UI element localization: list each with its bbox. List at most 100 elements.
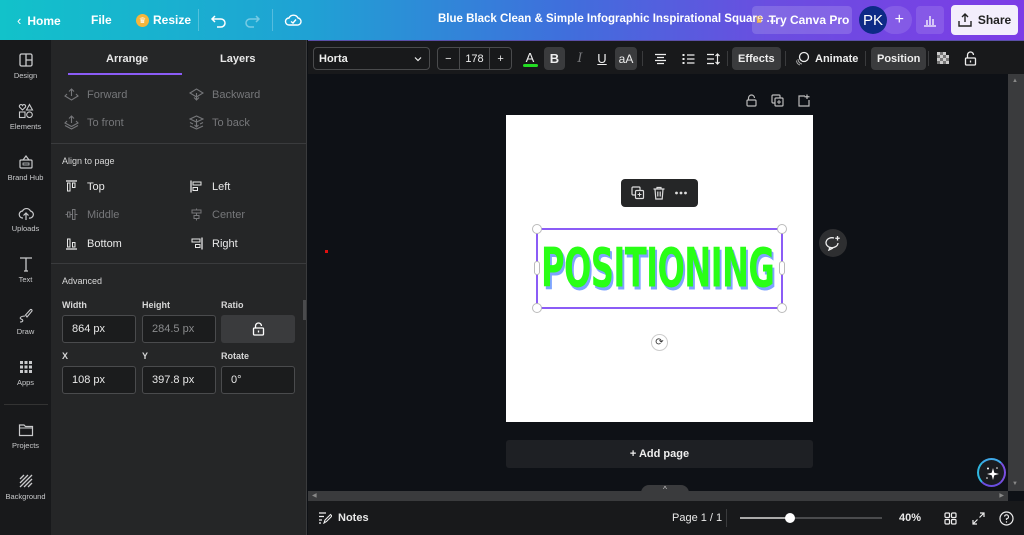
add-page-icon[interactable] (797, 94, 810, 107)
sidebar-item-elements[interactable]: Elements (0, 103, 51, 131)
scroll-right-icon[interactable]: ▶ (999, 492, 1004, 499)
align-middle-button[interactable]: Middle (65, 208, 119, 221)
tab-layers[interactable]: Layers (220, 53, 255, 65)
sidebar-item-background[interactable]: Background (0, 473, 51, 501)
zoom-percentage[interactable]: 40% (899, 512, 921, 524)
panel-tabs: Arrange Layers (68, 40, 290, 76)
zoom-slider-thumb[interactable] (784, 513, 795, 523)
selected-text-element[interactable]: POSITIONING (532, 224, 787, 313)
zoom-slider[interactable] (740, 513, 882, 523)
duplicate-page-icon[interactable] (771, 94, 784, 107)
chevron-left-icon: ‹ (17, 13, 22, 28)
avatar[interactable]: PK (859, 6, 887, 34)
effects-button[interactable]: Effects (732, 47, 781, 70)
resize-handle-bottom-right[interactable] (777, 303, 787, 313)
home-button[interactable]: ‹ Home (17, 13, 61, 28)
sidebar-item-projects[interactable]: Projects (0, 422, 51, 450)
font-family-select[interactable]: Horta (313, 47, 430, 70)
sidebar-item-brand-hub[interactable]: Brand Hub (0, 154, 51, 182)
align-bottom-icon (66, 238, 77, 250)
cloud-upload-icon (18, 207, 34, 220)
document-title[interactable]: Blue Black Clean & Simple Infographic In… (438, 13, 776, 25)
resize-handle-right[interactable] (779, 261, 785, 275)
y-field[interactable]: 397.8 px (142, 366, 216, 394)
increase-font-size-button[interactable]: + (490, 48, 511, 69)
x-field[interactable]: 108 px (62, 366, 136, 394)
text-color-button[interactable]: A (520, 47, 540, 70)
decrease-font-size-button[interactable]: − (438, 48, 460, 69)
list-button[interactable] (678, 47, 698, 70)
to-front-button[interactable]: To front (64, 115, 124, 130)
horizontal-scrollbar[interactable]: ◀ ^ ▶ (308, 485, 1008, 501)
scroll-down-icon[interactable]: ▼ (1012, 481, 1018, 487)
align-center-button[interactable]: Center (190, 208, 245, 221)
ratio-lock-button[interactable] (221, 315, 295, 343)
resize-handle-bottom-left[interactable] (532, 303, 542, 313)
add-comment-button[interactable] (819, 229, 847, 257)
height-field[interactable]: 284.5 px (142, 315, 216, 343)
text-align-button[interactable] (650, 47, 670, 70)
try-canva-pro-button[interactable]: ♛ Try Canva Pro (752, 6, 852, 34)
save-status-button[interactable] (284, 11, 302, 32)
sidebar: Design Elements Brand Hub Uploads Text D… (0, 40, 51, 535)
forward-button[interactable]: Forward (64, 87, 127, 102)
sidebar-item-apps[interactable]: Apps (0, 359, 51, 387)
sidebar-item-draw[interactable]: Draw (0, 308, 51, 336)
magic-assistant-button[interactable] (977, 458, 1006, 487)
align-bottom-button[interactable]: Bottom (65, 237, 122, 250)
align-top-icon (66, 180, 77, 192)
page-indicator[interactable]: Page 1 / 1 (672, 512, 722, 524)
bold-button[interactable]: B (544, 47, 565, 70)
scroll-left-icon[interactable]: ◀ (312, 492, 317, 499)
add-page-button[interactable]: + Add page (506, 440, 813, 468)
resize-handle-left[interactable] (534, 261, 540, 275)
position-button[interactable]: Position (871, 47, 927, 70)
align-right-button[interactable]: Right (190, 237, 238, 250)
file-menu[interactable]: File (91, 13, 112, 27)
lock-page-icon[interactable] (745, 94, 758, 107)
resize-button[interactable]: ♛ Resize (136, 13, 191, 27)
redo-button[interactable] (243, 11, 261, 32)
spacing-button[interactable] (703, 47, 723, 70)
align-top-button[interactable]: Top (65, 180, 105, 193)
font-size-input[interactable]: 178 (460, 48, 491, 69)
share-button[interactable]: Share (951, 5, 1018, 35)
notes-button[interactable]: Notes (318, 511, 369, 524)
duplicate-icon[interactable] (631, 186, 645, 200)
divider (51, 263, 306, 264)
animate-icon (796, 51, 810, 66)
fullscreen-button[interactable] (970, 510, 986, 526)
align-left-button[interactable]: Left (190, 180, 230, 193)
design-page[interactable]: POSITIONING ⟳ (506, 115, 813, 422)
insights-button[interactable] (916, 6, 944, 34)
canvas-text[interactable]: POSITIONING (541, 236, 775, 301)
undo-button[interactable] (210, 11, 228, 32)
transparency-button[interactable] (935, 47, 953, 70)
help-button[interactable] (998, 510, 1014, 526)
width-field[interactable]: 864 px (62, 315, 136, 343)
more-icon[interactable] (674, 186, 688, 200)
height-label: Height (142, 300, 170, 310)
sidebar-item-uploads[interactable]: Uploads (0, 205, 51, 233)
vertical-scrollbar[interactable]: ▲ ▼ (1008, 74, 1024, 491)
expand-pages-handle[interactable]: ^ (641, 485, 689, 495)
send-backward-icon (189, 88, 204, 101)
animate-button[interactable]: Animate (789, 47, 864, 70)
backward-button[interactable]: Backward (189, 87, 260, 102)
letter-case-button[interactable]: aA (615, 47, 637, 70)
panel-scrollbar[interactable] (303, 300, 306, 320)
sidebar-item-text[interactable]: Text (0, 256, 51, 284)
trash-icon[interactable] (652, 186, 666, 200)
underline-button[interactable]: U (592, 47, 612, 70)
to-back-button[interactable]: To back (189, 115, 250, 130)
sidebar-item-design[interactable]: Design (0, 52, 51, 80)
lock-button[interactable] (961, 47, 979, 70)
rotate-handle[interactable]: ⟳ (651, 334, 668, 351)
resize-handle-top-right[interactable] (777, 224, 787, 234)
resize-handle-top-left[interactable] (532, 224, 542, 234)
italic-button[interactable]: I (570, 47, 590, 70)
scroll-up-icon[interactable]: ▲ (1012, 78, 1018, 84)
grid-view-button[interactable] (942, 510, 958, 526)
rotate-field[interactable]: 0° (221, 366, 295, 394)
tab-arrange[interactable]: Arrange (106, 53, 148, 65)
